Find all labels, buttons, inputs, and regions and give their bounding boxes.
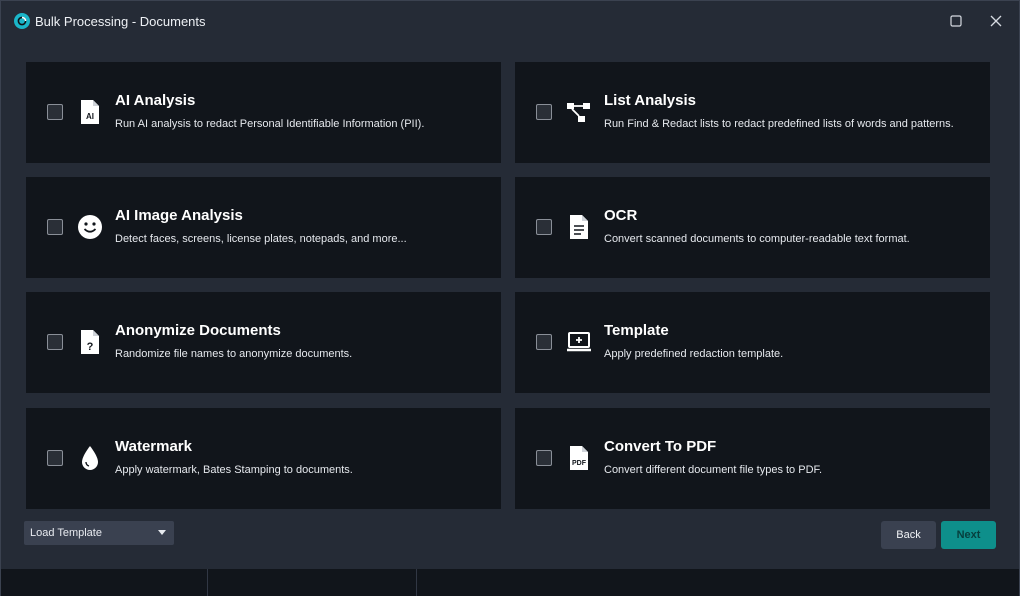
option-title: AI Image Analysis (115, 207, 243, 224)
option-description: Apply watermark, Bates Stamping to docum… (115, 464, 353, 476)
option-card-template[interactable]: Template Apply predefined redaction temp… (515, 292, 990, 393)
option-card-watermark[interactable]: Watermark Apply watermark, Bates Stampin… (26, 408, 501, 509)
option-card-list-analysis[interactable]: List Analysis Run Find & Redact lists to… (515, 62, 990, 163)
svg-text:AI: AI (86, 112, 94, 121)
option-title: Anonymize Documents (115, 322, 281, 339)
option-title: List Analysis (604, 92, 696, 109)
option-checkbox[interactable] (47, 219, 63, 235)
ai-document-icon: AI (77, 98, 103, 126)
title-bar: Bulk Processing - Documents (1, 1, 1019, 41)
option-checkbox[interactable] (536, 450, 552, 466)
pdf-document-icon: PDF (566, 444, 592, 472)
option-checkbox[interactable] (536, 104, 552, 120)
template-icon (566, 328, 592, 356)
bulk-processing-window: Bulk Processing - Documents AI AI Analys… (0, 0, 1020, 596)
divider (207, 569, 208, 596)
back-button[interactable]: Back (881, 521, 936, 549)
option-description: Detect faces, screens, license plates, n… (115, 233, 407, 245)
options-grid: AI AI Analysis Run AI analysis to redact… (26, 62, 990, 509)
svg-text:?: ? (87, 341, 94, 353)
option-description: Randomize file names to anonymize docume… (115, 348, 353, 360)
option-checkbox[interactable] (47, 104, 63, 120)
option-title: OCR (604, 207, 638, 224)
option-title: AI Analysis (115, 92, 196, 109)
option-description: Run Find & Redact lists to redact predef… (604, 118, 954, 130)
app-logo-icon (14, 13, 30, 29)
chevron-down-icon (158, 530, 166, 535)
option-checkbox[interactable] (47, 334, 63, 350)
window-title: Bulk Processing - Documents (35, 14, 206, 29)
next-button[interactable]: Next (941, 521, 996, 549)
face-icon (77, 213, 103, 241)
bottom-status-strip (1, 569, 1019, 596)
option-checkbox[interactable] (536, 219, 552, 235)
maximize-icon (950, 15, 962, 27)
load-template-label: Load Template (30, 527, 102, 539)
option-title: Template (604, 322, 669, 339)
close-icon (990, 15, 1002, 27)
option-description: Run AI analysis to redact Personal Ident… (115, 118, 425, 130)
option-description: Convert different document file types to… (604, 464, 823, 476)
option-checkbox[interactable] (536, 334, 552, 350)
option-title: Watermark (115, 438, 192, 455)
option-card-ai-image-analysis[interactable]: AI Image Analysis Detect faces, screens,… (26, 177, 501, 278)
option-card-anonymize-documents[interactable]: ? Anonymize Documents Randomize file nam… (26, 292, 501, 393)
svg-text:PDF: PDF (572, 460, 587, 467)
option-card-ai-analysis[interactable]: AI AI Analysis Run AI analysis to redact… (26, 62, 501, 163)
text-document-icon (566, 213, 592, 241)
option-card-convert-to-pdf[interactable]: PDF Convert To PDF Convert different doc… (515, 408, 990, 509)
option-card-ocr[interactable]: OCR Convert scanned documents to compute… (515, 177, 990, 278)
option-description: Convert scanned documents to computer-re… (604, 233, 910, 245)
water-drop-icon (77, 444, 103, 472)
load-template-dropdown[interactable]: Load Template (24, 521, 174, 545)
option-checkbox[interactable] (47, 450, 63, 466)
maximize-button[interactable] (943, 9, 969, 33)
option-title: Convert To PDF (604, 438, 717, 455)
list-tree-icon (566, 98, 592, 126)
option-description: Apply predefined redaction template. (604, 348, 784, 360)
divider (416, 569, 417, 596)
close-button[interactable] (983, 9, 1009, 33)
question-document-icon: ? (77, 328, 103, 356)
